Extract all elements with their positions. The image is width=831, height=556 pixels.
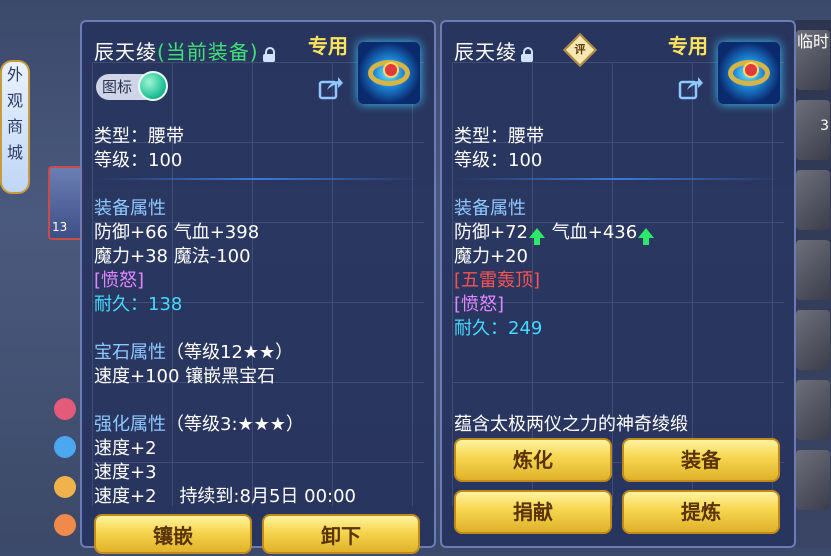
inventory-slot[interactable] (796, 170, 830, 230)
attr-line: 防御+66 气血+398 (94, 222, 260, 243)
gem-attr-line: 速度+100 镶嵌黑宝石 (94, 366, 276, 387)
enhance-attr-row: 强化属性（等级3:★★★） (94, 410, 304, 436)
inventory-strip (795, 20, 831, 548)
attr-line-compare: 防御+72 气血+436 (454, 218, 655, 245)
special-skill: [五雷轰顶] (454, 270, 541, 291)
current-equipment-panel: 辰天绫(当前装备) 专用 图标 类型：腰带 等级：100 装备属性 防御+66 … (80, 20, 436, 554)
item-title: 辰天绫(当前装备) (94, 36, 275, 65)
evaluate-icon[interactable]: 评 (563, 33, 597, 67)
special-skill: [愤怒] (454, 294, 505, 315)
divider (454, 178, 782, 180)
belt-item-icon (358, 42, 420, 104)
durability-label: 耐久： (94, 294, 148, 315)
durability-label: 耐久： (454, 318, 508, 339)
stat-icon (54, 514, 76, 536)
enhance-level: （等级3:★★★） (166, 414, 304, 435)
equip-button[interactable]: 装备 (622, 438, 780, 482)
shop-banner-char: 商 (6, 117, 23, 136)
current-equipped-tag: (当前装备) (157, 40, 259, 64)
inventory-slot[interactable] (796, 380, 830, 440)
temp-tab-count: 3 (820, 118, 829, 134)
toggle-orb-icon (138, 71, 168, 101)
gem-attr-row: 宝石属性（等级12★★） (94, 338, 293, 364)
compare-equipment-panel: 辰天绫 评 专用 类型：腰带 等级：100 装备属性 防御+72 气血+436 … (440, 20, 796, 548)
avatar-level: 13 (52, 220, 68, 234)
item-type: 类型：腰带 (454, 126, 544, 147)
icon-toggle[interactable]: 图标 (96, 71, 168, 101)
refine-button[interactable]: 炼化 (454, 438, 612, 482)
evaluate-label: 评 (574, 43, 586, 56)
share-icon[interactable] (678, 74, 704, 100)
item-title: 辰天绫 (454, 36, 533, 65)
attr-line: 魔力+38 魔法-100 (94, 246, 251, 267)
gem-attr-header: 宝石属性 (94, 342, 166, 363)
durability-value: 249 (508, 318, 543, 339)
gem-level: （等级12★★） (166, 342, 294, 363)
item-description: 蕴含太极两仪之力的神奇绫缎 (454, 414, 688, 435)
enhance-attr-header: 强化属性 (94, 414, 166, 435)
lock-icon[interactable] (521, 46, 533, 62)
defense-value: 防御+72 (454, 222, 528, 243)
dedicated-label: 专用 (308, 34, 348, 58)
shop-banner-char: 外 (6, 65, 23, 84)
shop-banner[interactable]: 外 观 商 城 (0, 60, 30, 194)
heart-icon (54, 398, 76, 420)
icon-toggle-label: 图标 (102, 78, 133, 96)
inventory-slot[interactable] (796, 450, 830, 510)
attr-line: 魔力+20 (454, 246, 528, 267)
enhance-duration: 持续到:8月5日 00:00 (179, 486, 357, 507)
donate-button[interactable]: 捐献 (454, 490, 612, 534)
shop-banner-char: 城 (6, 143, 23, 162)
up-arrow-icon (638, 228, 655, 245)
item-level: 等级：100 (94, 150, 183, 171)
special-skill: [愤怒] (94, 270, 145, 291)
item-level: 等级：100 (454, 150, 543, 171)
enhance-line: 速度+2 (94, 438, 157, 459)
extract-button[interactable]: 提炼 (622, 490, 780, 534)
dedicated-label: 专用 (668, 34, 708, 58)
hp-value: 气血+436 (551, 222, 638, 243)
temp-tab-label[interactable]: 临时 (797, 28, 829, 52)
share-icon[interactable] (318, 74, 344, 100)
durability: 耐久：138 (94, 290, 182, 316)
divider (94, 178, 422, 180)
durability-value: 138 (148, 294, 183, 315)
belt-item-icon (718, 42, 780, 104)
inventory-slot[interactable] (796, 310, 830, 370)
shop-banner-char: 观 (6, 91, 23, 110)
item-name: 辰天绫 (94, 40, 157, 64)
item-name: 辰天绫 (454, 40, 517, 64)
durability: 耐久：249 (454, 314, 542, 340)
enhance-line: 速度+2 (94, 486, 157, 507)
lock-icon[interactable] (262, 46, 275, 62)
up-arrow-icon (529, 228, 545, 245)
unload-button[interactable]: 卸下 (262, 514, 420, 554)
inlay-button[interactable]: 镶嵌 (94, 514, 252, 554)
character-avatar[interactable]: 13 (48, 166, 84, 240)
mana-icon (54, 436, 76, 458)
equip-attr-header: 装备属性 (94, 198, 166, 219)
item-type: 类型：腰带 (94, 126, 184, 147)
info-icon (54, 476, 76, 498)
equip-attr-header: 装备属性 (454, 198, 526, 219)
inventory-slot[interactable] (796, 240, 830, 300)
enhance-line: 速度+3 (94, 462, 157, 483)
enhance-line-with-duration: 速度+2 持续到:8月5日 00:00 (94, 482, 356, 508)
